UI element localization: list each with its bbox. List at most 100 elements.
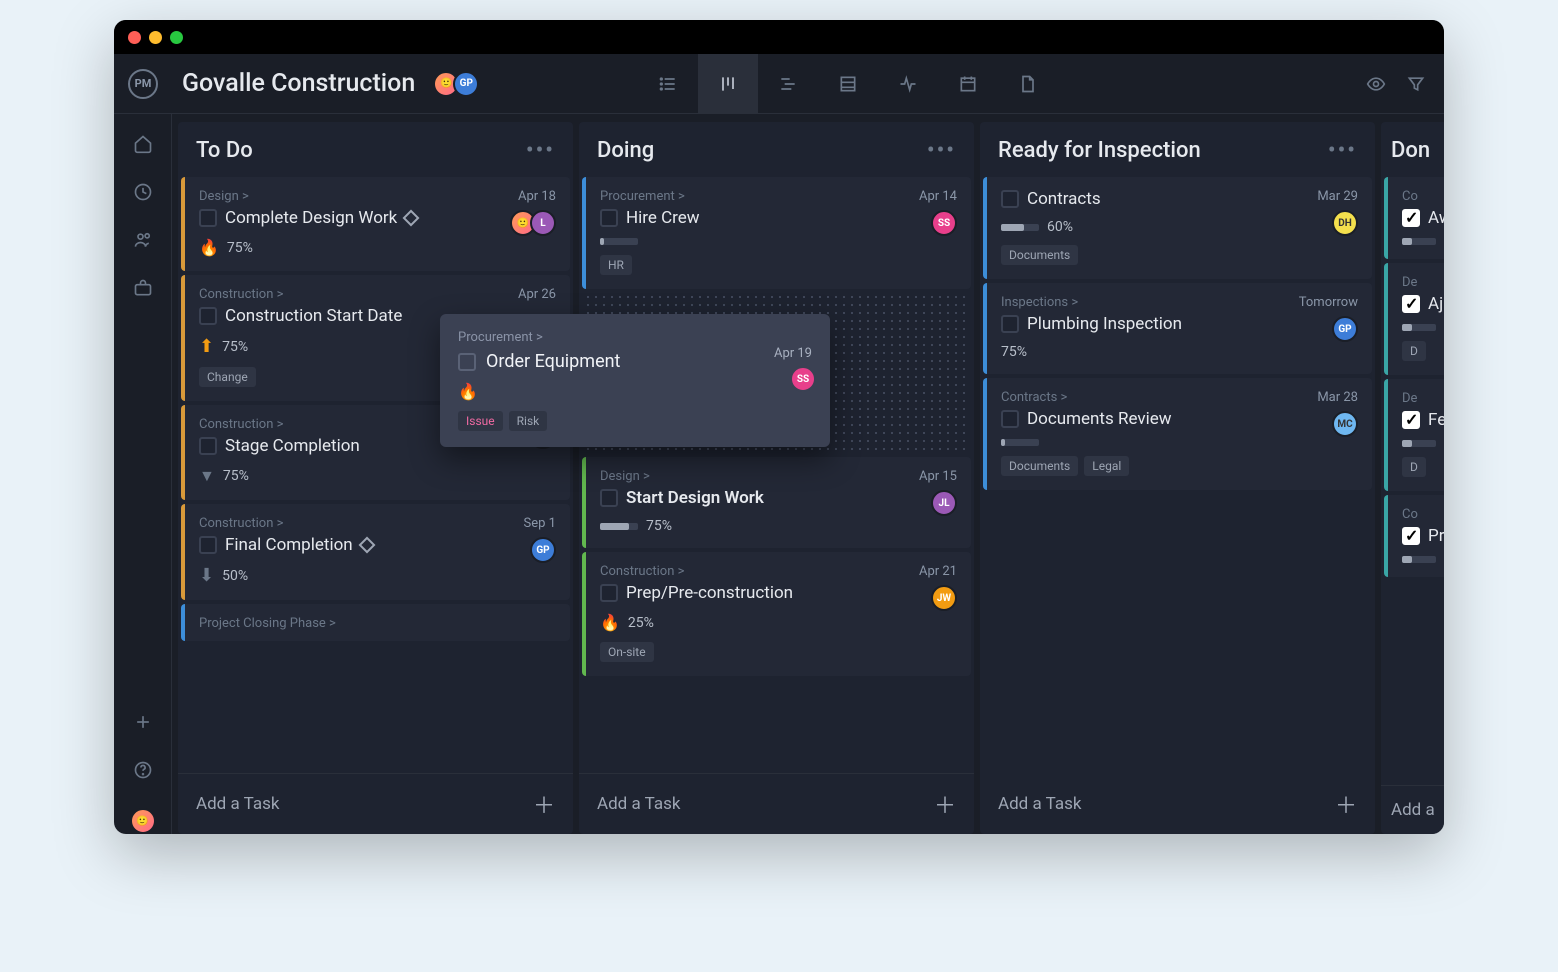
task-tag[interactable]: Change <box>199 367 256 387</box>
avatar[interactable]: JL <box>931 490 957 516</box>
task-tag[interactable]: On-site <box>600 642 654 662</box>
add-task-button[interactable]: Add a Task ＋ <box>980 774 1375 834</box>
user-avatar[interactable]: 🙂 <box>130 808 156 834</box>
task-tag[interactable]: Risk <box>509 411 548 431</box>
column-menu-icon[interactable]: ••• <box>927 138 956 163</box>
task-category: Contracts > <box>1001 390 1358 405</box>
task-checkbox[interactable] <box>458 353 476 371</box>
task-title: Fe <box>1428 410 1444 430</box>
task-checkbox[interactable] <box>1402 527 1420 545</box>
avatar[interactable]: GP <box>530 537 556 563</box>
task-checkbox[interactable] <box>1001 410 1019 428</box>
avatar[interactable]: JW <box>931 585 957 611</box>
column-title: To Do <box>196 138 253 163</box>
task-card[interactable]: Contracts 60% Documents Mar 29DH <box>983 177 1372 279</box>
task-tag[interactable]: Documents <box>1001 245 1078 265</box>
task-percent: 60% <box>1047 219 1073 235</box>
task-checkbox[interactable] <box>600 489 618 507</box>
help-icon[interactable] <box>133 760 153 780</box>
tab-calendar[interactable] <box>938 54 998 114</box>
avatar[interactable]: SS <box>790 366 816 392</box>
filter-icon[interactable] <box>1406 74 1426 94</box>
column-menu-icon[interactable]: ••• <box>1328 138 1357 163</box>
team-icon[interactable] <box>133 230 153 250</box>
column-title: Doing <box>597 138 654 163</box>
tab-activity[interactable] <box>878 54 938 114</box>
task-card[interactable]: Inspections > Plumbing Inspection 75% To… <box>983 283 1372 374</box>
plus-icon: ＋ <box>1335 788 1357 820</box>
window-maximize-button[interactable] <box>170 31 183 44</box>
task-tag[interactable]: Legal <box>1084 456 1129 476</box>
add-task-button[interactable]: Add a Task ＋ <box>579 773 974 834</box>
task-checkbox[interactable] <box>1402 295 1420 313</box>
task-card[interactable]: Design > Start Design Work 75% Apr 15JL <box>582 457 971 548</box>
task-percent: 75% <box>223 468 249 484</box>
task-card[interactable]: Construction > Final Completion ⬇ 50% Se… <box>181 504 570 600</box>
avatar[interactable]: GP <box>1332 316 1358 342</box>
window-close-button[interactable] <box>128 31 141 44</box>
task-checkbox[interactable] <box>199 209 217 227</box>
task-checkbox[interactable] <box>600 584 618 602</box>
window-minimize-button[interactable] <box>149 31 162 44</box>
task-card[interactable]: De Aj D <box>1384 263 1444 375</box>
task-date: Apr 14 <box>919 189 957 204</box>
task-checkbox[interactable] <box>600 209 618 227</box>
avatar[interactable]: MC <box>1332 411 1358 437</box>
tab-gantt[interactable] <box>758 54 818 114</box>
add-task-button[interactable]: Add a <box>1381 785 1444 834</box>
briefcase-icon[interactable] <box>133 278 153 298</box>
task-card[interactable]: Construction > Prep/Pre-construction 🔥 2… <box>582 552 971 676</box>
task-card[interactable]: Project Closing Phase > <box>181 604 570 641</box>
tab-board[interactable] <box>698 54 758 114</box>
task-tag[interactable]: D <box>1402 341 1426 361</box>
add-icon[interactable] <box>133 712 153 732</box>
task-tag[interactable]: Issue <box>458 411 503 431</box>
app-window: PM Govalle Construction 🙂 GP <box>114 20 1444 834</box>
task-tag[interactable]: D <box>1402 457 1426 477</box>
header-avatars[interactable]: 🙂 GP <box>439 71 479 97</box>
avatar[interactable]: GP <box>453 71 479 97</box>
task-percent: 75% <box>227 240 253 256</box>
task-card-dragging[interactable]: Procurement > Order Equipment 🔥 Issue Ri… <box>440 314 830 447</box>
avatar[interactable]: L <box>530 210 556 236</box>
task-card[interactable]: De Fe D <box>1384 379 1444 491</box>
home-icon[interactable] <box>133 134 153 154</box>
tab-list[interactable] <box>638 54 698 114</box>
task-percent: 75% <box>1001 344 1027 360</box>
task-checkbox[interactable] <box>199 307 217 325</box>
task-tag[interactable]: Documents <box>1001 456 1078 476</box>
task-card[interactable]: Procurement > Hire Crew HR Apr 14SS <box>582 177 971 289</box>
avatar[interactable]: SS <box>931 210 957 236</box>
task-checkbox[interactable] <box>1402 411 1420 429</box>
task-title: Aj <box>1428 294 1443 314</box>
task-checkbox[interactable] <box>1001 315 1019 333</box>
task-category: Construction > <box>199 516 556 531</box>
task-title: Stage Completion <box>225 436 360 456</box>
task-card[interactable]: Co Aw <box>1384 177 1444 259</box>
task-date: Apr 18 <box>518 189 556 204</box>
task-checkbox[interactable] <box>1001 190 1019 208</box>
task-title: Prep/Pre-construction <box>626 583 793 603</box>
visibility-icon[interactable] <box>1366 74 1386 94</box>
task-card[interactable]: Design > Complete Design Work 🔥 75% Apr … <box>181 177 570 271</box>
tab-sheet[interactable] <box>818 54 878 114</box>
column-doing: Doing ••• Procurement > Hire Crew HR Apr… <box>579 122 974 834</box>
task-title: Final Completion <box>225 535 353 555</box>
task-checkbox[interactable] <box>1402 209 1420 227</box>
task-card[interactable]: Co Pr <box>1384 495 1444 577</box>
add-task-button[interactable]: Add a Task ＋ <box>178 773 573 834</box>
avatar[interactable]: DH <box>1332 210 1358 236</box>
recent-icon[interactable] <box>133 182 153 202</box>
app-logo[interactable]: PM <box>114 69 172 99</box>
task-tag[interactable]: HR <box>600 255 632 275</box>
column-menu-icon[interactable]: ••• <box>526 138 555 163</box>
task-category: Design > <box>600 469 957 484</box>
task-checkbox[interactable] <box>199 536 217 554</box>
task-card[interactable]: Contracts > Documents Review Documents L… <box>983 378 1372 490</box>
add-task-label: Add a Task <box>597 794 680 814</box>
task-checkbox[interactable] <box>199 437 217 455</box>
task-date: Apr 19 <box>774 346 812 361</box>
tab-files[interactable] <box>998 54 1058 114</box>
task-title: Aw <box>1428 208 1444 228</box>
task-date: Mar 28 <box>1317 390 1358 405</box>
